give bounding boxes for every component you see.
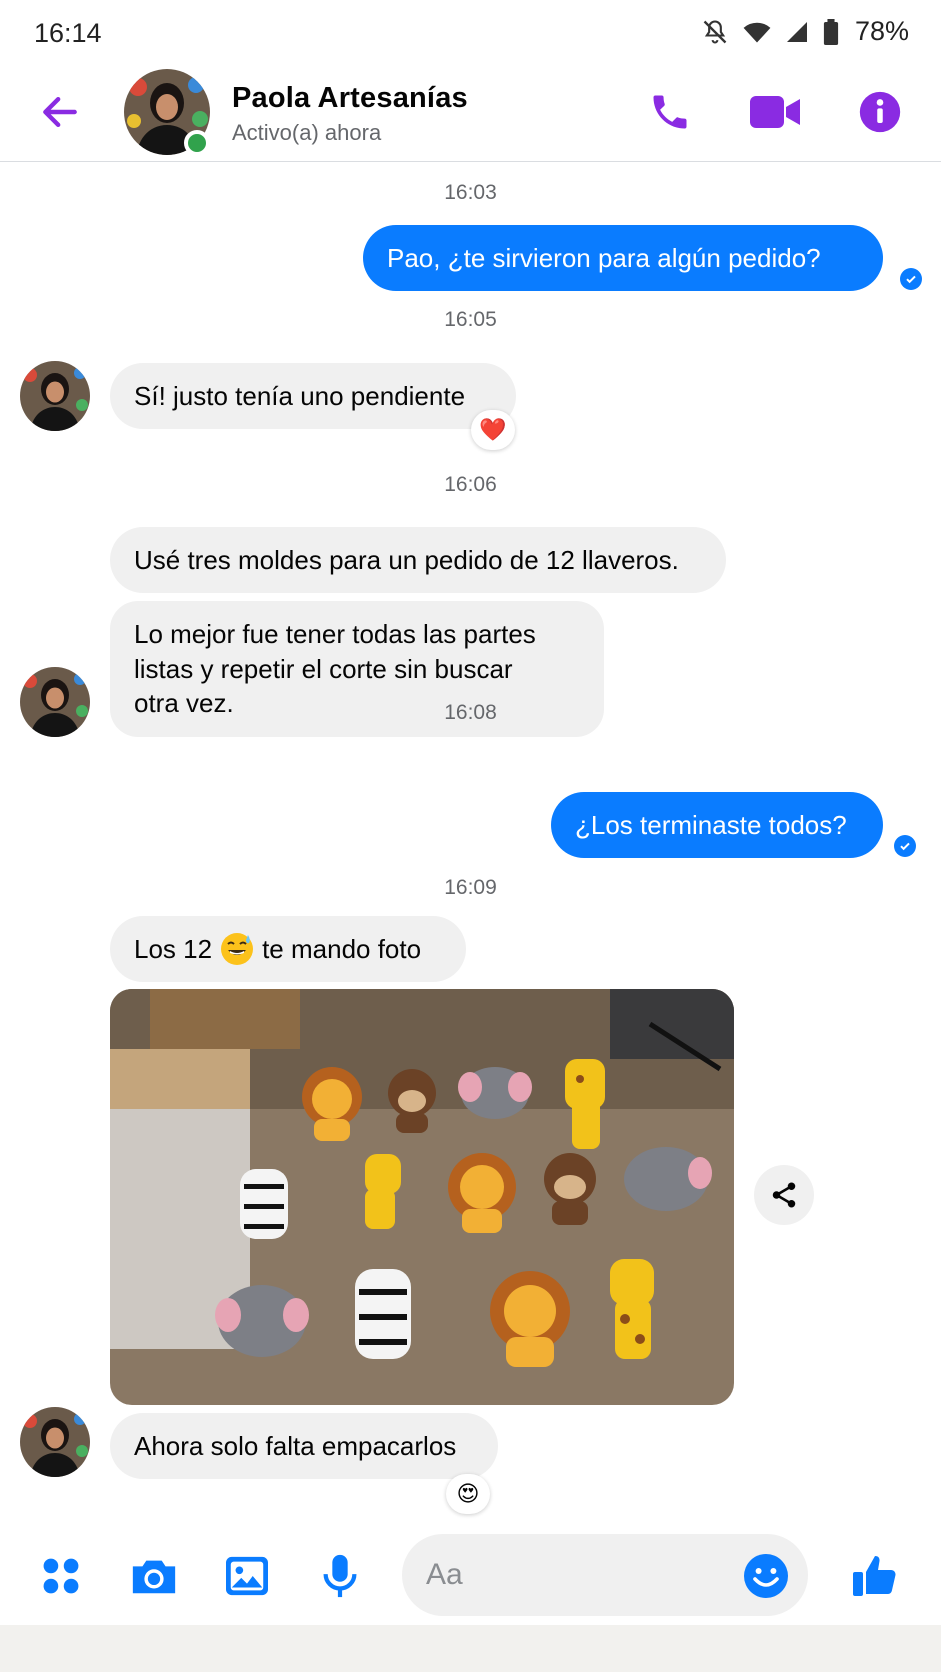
share-icon: [772, 1182, 796, 1208]
timestamp: 16:06: [444, 473, 497, 496]
signal-icon: [786, 21, 807, 42]
video-camera-icon: [750, 96, 800, 128]
camera-icon: [132, 1560, 176, 1594]
back-button[interactable]: [36, 88, 84, 136]
battery-icon: [823, 18, 839, 45]
message-bubble-incoming[interactable]: Usé tres moldes para un pedido de 12 lla…: [110, 527, 726, 593]
contact-name[interactable]: Paola Artesanías: [232, 82, 468, 115]
battery-percent: 78%: [854, 16, 909, 46]
giraffe-keychain-icon: [610, 1259, 654, 1359]
info-button[interactable]: [852, 84, 908, 140]
status-icons: 78%: [701, 16, 909, 47]
message-text: Pao, ¿te sirvieron para algún pedido?: [387, 243, 821, 273]
message-text: Usé tres moldes para un pedido de 12 lla…: [134, 545, 679, 575]
message-text: Ahora solo falta empacarlos: [134, 1431, 457, 1461]
seen-receipt-icon: [900, 268, 922, 290]
call-button[interactable]: [642, 84, 698, 140]
heart-eyes-reaction-icon[interactable]: 😍: [446, 1474, 490, 1514]
voice-message-button[interactable]: [313, 1549, 367, 1603]
message-list[interactable]: 16:03 Pao, ¿te sirvieron para algún pedi…: [0, 163, 941, 1525]
conversation-header: Paola Artesanías Activo(a) ahora: [0, 62, 941, 162]
timestamp: 16:09: [444, 876, 497, 899]
message-text: te mando foto: [262, 934, 422, 964]
message-text: ¿Los terminaste todos?: [575, 810, 847, 840]
zebra-keychain-icon: [240, 1169, 288, 1239]
message-bubble-incoming[interactable]: Los 12 te mando foto: [110, 916, 466, 982]
seen-receipt-icon: [894, 835, 916, 857]
heart-reaction-icon[interactable]: ❤️: [471, 410, 515, 450]
timestamp: 16:08: [444, 701, 497, 724]
status-bar: 16:14 78%: [0, 0, 941, 70]
emoji-button[interactable]: [742, 1552, 790, 1600]
felt-keychains-photo[interactable]: [110, 989, 734, 1405]
status-time: 16:14: [34, 18, 102, 48]
gallery-icon: [226, 1556, 268, 1596]
contact-status: Activo(a) ahora: [232, 120, 382, 145]
phone-icon: [653, 95, 687, 129]
share-button[interactable]: [754, 1165, 814, 1225]
zebra-keychain-icon: [355, 1269, 411, 1359]
message-bubble-incoming[interactable]: Sí! justo tenía uno pendiente: [110, 363, 516, 429]
online-indicator: [184, 130, 210, 156]
message-bubble-incoming[interactable]: Ahora solo falta empacarlos: [110, 1413, 498, 1479]
timestamp: 16:03: [444, 181, 497, 204]
like-button[interactable]: [848, 1549, 902, 1603]
message-text: Los 12: [134, 934, 213, 964]
message-text-line: Lo mejor fue tener todas las partes: [134, 619, 536, 649]
system-navigation-area: [0, 1625, 941, 1672]
thumbs-up-icon: [853, 1556, 896, 1596]
info-icon: [859, 91, 901, 133]
apps-button[interactable]: [34, 1549, 88, 1603]
camera-button[interactable]: [127, 1549, 181, 1603]
wifi-icon: [743, 22, 771, 42]
grinning-sweat-emoji: [220, 932, 254, 966]
message-bubble-outgoing[interactable]: Pao, ¿te sirvieron para algún pedido?: [363, 225, 883, 291]
mute-icon: [703, 19, 727, 44]
gallery-button[interactable]: [220, 1549, 274, 1603]
message-bubble-outgoing[interactable]: ¿Los terminaste todos?: [551, 792, 883, 858]
emoji-icon: [744, 1554, 788, 1598]
back-arrow-icon: [43, 96, 77, 128]
video-call-button[interactable]: [748, 84, 804, 140]
message-composer: [0, 1525, 941, 1625]
message-text: Sí! justo tenía uno pendiente: [134, 381, 466, 411]
sender-avatar[interactable]: [20, 1407, 90, 1477]
microphone-icon: [323, 1554, 357, 1598]
timestamp: 16:05: [444, 308, 497, 331]
sender-avatar[interactable]: [20, 361, 90, 431]
apps-grid-icon: [43, 1558, 79, 1594]
message-text-line: listas y repetir el corte sin buscar: [134, 653, 513, 684]
